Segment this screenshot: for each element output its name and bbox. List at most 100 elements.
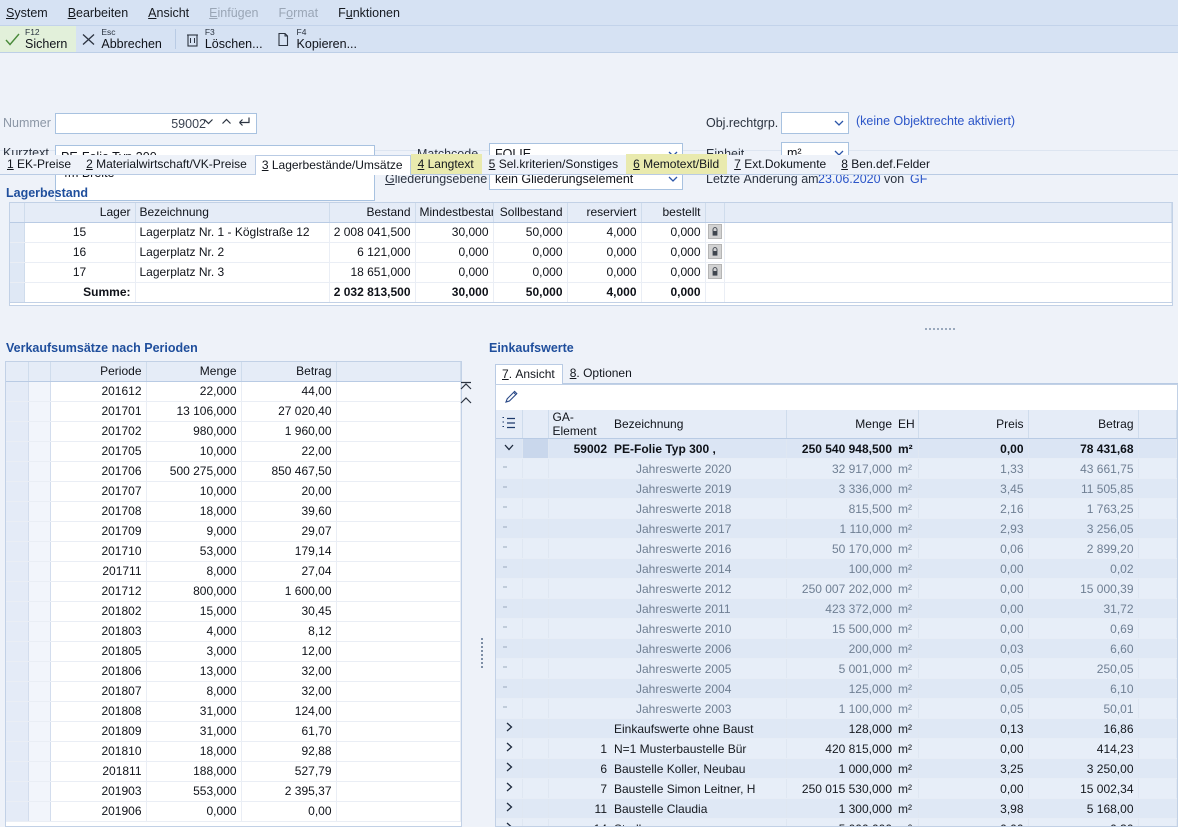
table-row[interactable]: Jahreswerte 2006200,000m²0,036,60 xyxy=(496,639,1177,659)
row-expander[interactable] xyxy=(496,799,522,819)
row-expander[interactable] xyxy=(496,599,522,619)
row-selector[interactable] xyxy=(6,481,28,501)
row-selector[interactable] xyxy=(6,441,28,461)
col-bestellt[interactable]: bestellt xyxy=(641,203,705,222)
row-selector[interactable] xyxy=(522,679,548,699)
table-row[interactable]: Jahreswerte 202032 917,000m²1,3343 661,7… xyxy=(496,459,1177,479)
table-row[interactable]: 11Baustelle Claudia1 300,000m²3,985 168,… xyxy=(496,799,1177,819)
row-selector[interactable] xyxy=(522,559,548,579)
row-selector[interactable] xyxy=(522,579,548,599)
cell-lock[interactable] xyxy=(705,242,724,262)
table-row[interactable]: 2017118,00027,04 xyxy=(6,561,461,581)
row-expander[interactable] xyxy=(496,539,522,559)
row-expander[interactable] xyxy=(496,559,522,579)
row-expander[interactable] xyxy=(496,779,522,799)
table-row[interactable]: Jahreswerte 2012250 007 202,000m²0,0015 … xyxy=(496,579,1177,599)
row-selector[interactable] xyxy=(522,539,548,559)
row-selector[interactable] xyxy=(6,381,28,401)
row-expander[interactable] xyxy=(496,499,522,519)
table-row[interactable]: Jahreswerte 2011423 372,000m²0,0031,72 xyxy=(496,599,1177,619)
table-row[interactable]: 20181018,00092,88 xyxy=(6,741,461,761)
table-row[interactable]: 20180831,000124,00 xyxy=(6,701,461,721)
table-row[interactable]: 2019060,0000,00 xyxy=(6,801,461,821)
table-row[interactable]: 20171053,000179,14 xyxy=(6,541,461,561)
row-selector[interactable] xyxy=(6,621,28,641)
objrechtgrp-select[interactable] xyxy=(781,112,849,134)
tab-materialwirtschaft[interactable]: 2 Materialwirtschaft/VK-Preise xyxy=(79,154,255,174)
row-selector[interactable] xyxy=(522,499,548,519)
table-row[interactable]: 201903553,0002 395,37 xyxy=(6,781,461,801)
col-lager[interactable]: Lager xyxy=(24,203,135,222)
row-selector[interactable] xyxy=(522,739,548,759)
menu-item-funktionen[interactable]: Funktionen xyxy=(338,6,400,20)
list-order-icon-header[interactable] xyxy=(496,410,522,439)
row-selector[interactable] xyxy=(522,599,548,619)
table-row[interactable]: 7Baustelle Simon Leitner, H250 015 530,0… xyxy=(496,779,1177,799)
table-row[interactable]: Jahreswerte 20031 100,000m²0,0550,01 xyxy=(496,699,1177,719)
row-selector[interactable] xyxy=(6,561,28,581)
row-selector[interactable] xyxy=(522,439,548,459)
row-selector[interactable] xyxy=(10,222,24,242)
table-row[interactable]: Jahreswerte 201650 170,000m²0,062 899,20 xyxy=(496,539,1177,559)
tab-lagerbestaende[interactable]: 3 Lagerbestände/Umsätze xyxy=(255,155,411,175)
row-selector[interactable] xyxy=(10,242,24,262)
row-selector[interactable] xyxy=(522,459,548,479)
row-selector[interactable] xyxy=(522,799,548,819)
table-row[interactable]: Einkaufswerte ohne Baust128,000m²0,1316,… xyxy=(496,719,1177,739)
row-expander[interactable] xyxy=(496,679,522,699)
col-reserviert[interactable]: reserviert xyxy=(567,203,641,222)
row-expander[interactable] xyxy=(496,579,522,599)
table-row[interactable]: Jahreswerte 2018815,500m²2,161 763,25 xyxy=(496,499,1177,519)
col-preis[interactable]: Preis xyxy=(918,410,1028,439)
table-row[interactable]: 2018034,0008,12 xyxy=(6,621,461,641)
table-row[interactable]: 20161222,00044,00 xyxy=(6,381,461,401)
cell-lock[interactable] xyxy=(705,262,724,282)
col-menge[interactable]: Menge xyxy=(146,362,241,381)
table-row[interactable]: 20180215,00030,45 xyxy=(6,601,461,621)
table-row[interactable]: 17 Lagerplatz Nr. 3 18 651,000 0,000 0,0… xyxy=(10,262,1172,282)
nummer-spinner[interactable] xyxy=(202,115,252,128)
row-selector[interactable] xyxy=(6,421,28,441)
col-ga-element[interactable]: GA-Element xyxy=(548,410,610,439)
row-selector[interactable] xyxy=(522,699,548,719)
table-row[interactable]: Jahreswerte 2014100,000m²0,000,02 xyxy=(496,559,1177,579)
row-selector[interactable] xyxy=(6,741,28,761)
row-selector[interactable] xyxy=(522,519,548,539)
row-selector[interactable] xyxy=(522,719,548,739)
table-row[interactable]: 2017099,00029,07 xyxy=(6,521,461,541)
row-expander[interactable] xyxy=(496,519,522,539)
col-betrag[interactable]: Betrag xyxy=(241,362,336,381)
table-row[interactable]: Jahreswerte 20193 336,000m²3,4511 505,85 xyxy=(496,479,1177,499)
perioden-scroll-buttons[interactable] xyxy=(459,380,473,407)
col-bestand[interactable]: Bestand xyxy=(329,203,415,222)
row-selector[interactable] xyxy=(6,781,28,801)
menu-item-bearbeiten[interactable]: Bearbeiten xyxy=(68,6,128,20)
tab-memotext[interactable]: 6 Memotext/Bild xyxy=(626,154,727,174)
scroll-to-top-icon[interactable] xyxy=(459,380,473,393)
row-selector[interactable] xyxy=(522,639,548,659)
tab-ek-preise[interactable]: 1 EK-Preise xyxy=(0,154,79,174)
table-row[interactable]: 20170113 106,00027 020,40 xyxy=(6,401,461,421)
row-expander[interactable] xyxy=(496,819,522,827)
table-row[interactable]: 20170710,00020,00 xyxy=(6,481,461,501)
table-row[interactable]: 1N=1 Musterbaustelle Bür420 815,000m²0,0… xyxy=(496,739,1177,759)
row-selector[interactable] xyxy=(6,461,28,481)
vertical-splitter[interactable] xyxy=(479,634,485,672)
row-selector[interactable] xyxy=(6,601,28,621)
row-expander[interactable] xyxy=(496,479,522,499)
row-selector[interactable] xyxy=(6,641,28,661)
row-selector[interactable] xyxy=(6,581,28,601)
row-selector[interactable] xyxy=(6,661,28,681)
pencil-icon[interactable] xyxy=(503,388,520,408)
table-row[interactable]: 20180613,00032,00 xyxy=(6,661,461,681)
col-betrag[interactable]: Betrag xyxy=(1028,410,1138,439)
row-selector[interactable] xyxy=(522,779,548,799)
row-selector[interactable] xyxy=(6,701,28,721)
save-button[interactable]: F12 Sichern xyxy=(0,26,76,52)
col-bezeichnung[interactable]: Bezeichnung xyxy=(135,203,329,222)
lagerbestand-grid[interactable]: Lager Bezeichnung Bestand Mindestbestand… xyxy=(9,202,1173,306)
table-row[interactable]: 201811188,000527,79 xyxy=(6,761,461,781)
row-selector[interactable] xyxy=(522,659,548,679)
row-expander[interactable] xyxy=(496,739,522,759)
row-selector[interactable] xyxy=(10,262,24,282)
